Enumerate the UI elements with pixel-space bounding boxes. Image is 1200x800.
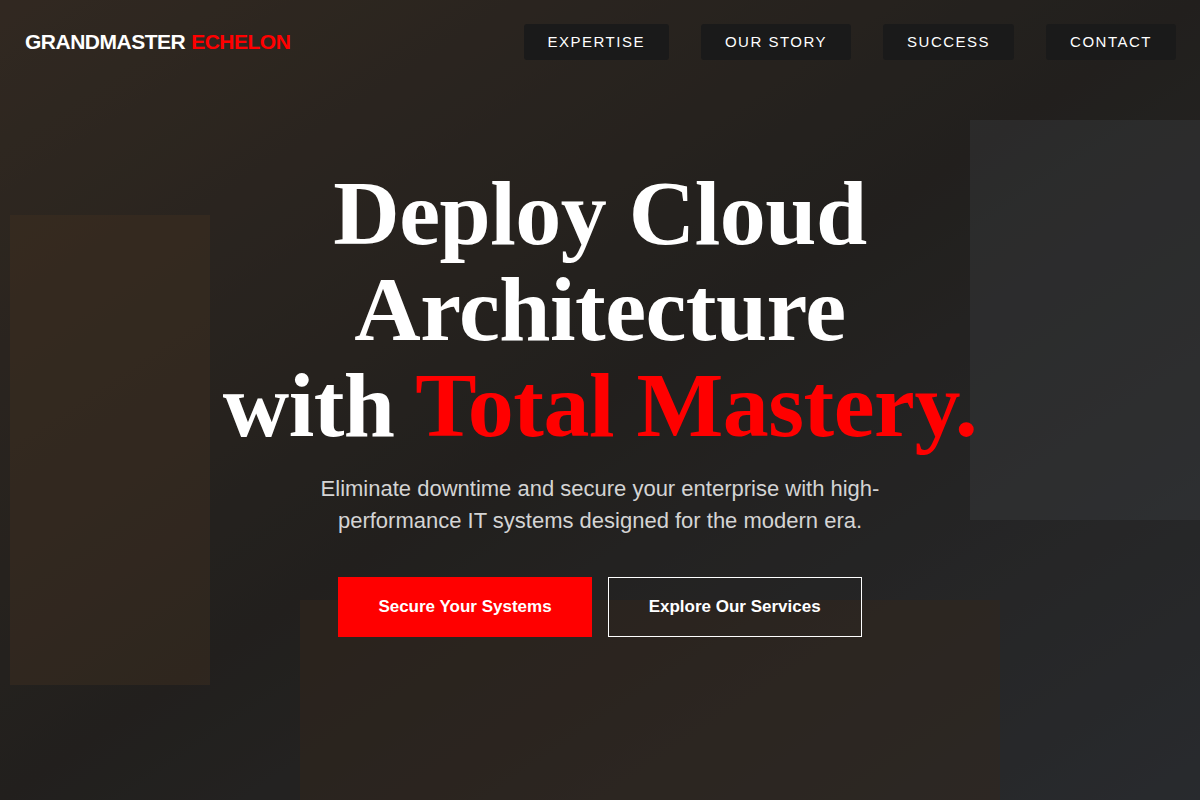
hero-actions: Secure Your Systems Explore Our Services [338, 577, 861, 637]
logo-accent: ECHELON [191, 26, 290, 58]
page: GRANDMASTERECHELON EXPERTISE OUR STORY SUCC… [0, 0, 1200, 800]
outline-button[interactable]: Explore Our Services [608, 577, 862, 637]
primary-button[interactable]: Secure Your Systems [338, 577, 591, 637]
headline-line: Architecture [223, 261, 978, 357]
nav-item[interactable]: SUCCESS [883, 24, 1014, 60]
site-header: GRANDMASTERECHELON EXPERTISE OUR STORY SUCC… [0, 0, 1200, 60]
headline-lead: with [223, 354, 416, 456]
nav-item[interactable]: OUR STORY [701, 24, 851, 60]
logo-primary: GRANDMASTER [25, 26, 185, 58]
hero-headline: Deploy CloudArchitecturewith Total Maste… [223, 165, 978, 453]
nav-item[interactable]: CONTACT [1046, 24, 1176, 60]
headline-line: Deploy Cloud [223, 165, 978, 261]
hero: Deploy CloudArchitecturewith Total Maste… [0, 165, 1200, 637]
hero-content: GRANDMASTERECHELON EXPERTISE OUR STORY SUCC… [0, 0, 1200, 800]
headline-accent: Total Mastery. [415, 354, 977, 456]
nav-item[interactable]: EXPERTISE [524, 24, 669, 60]
logo[interactable]: GRANDMASTERECHELON [25, 26, 290, 58]
headline-line: with Total Mastery. [223, 357, 978, 453]
hero-subtitle: Eliminate downtime and secure your enter… [270, 473, 930, 537]
main-nav: EXPERTISE OUR STORY SUCCESS CONTACT [524, 24, 1176, 60]
